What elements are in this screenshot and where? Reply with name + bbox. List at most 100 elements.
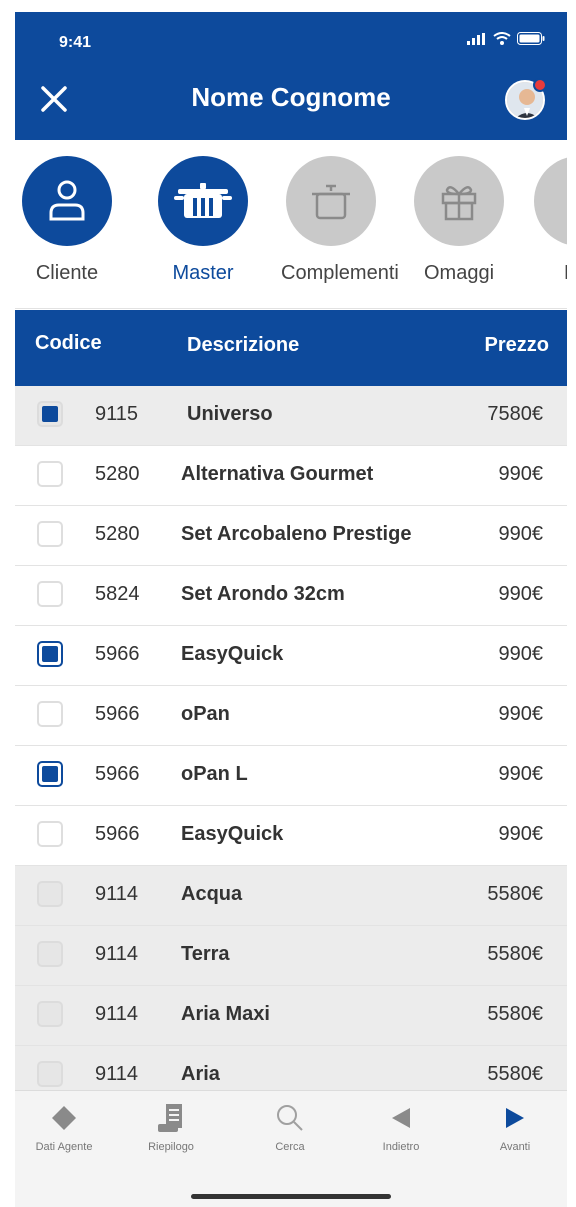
row-description: Acqua xyxy=(181,883,243,905)
row-description: Aria xyxy=(181,1063,220,1085)
tab-label: Cerca xyxy=(275,1141,305,1153)
signal-icon xyxy=(467,32,485,45)
table-row[interactable]: 9114 Aria Maxi 5580€ xyxy=(15,986,567,1046)
table-row[interactable]: 5966 EasyQuick 990€ xyxy=(15,626,567,686)
notification-badge xyxy=(533,78,547,92)
pot-set-icon xyxy=(174,183,232,218)
row-description: Set Arcobaleno Prestige xyxy=(181,523,412,545)
category-cliente[interactable]: Cliente xyxy=(17,156,117,285)
tab-cerca[interactable]: Cerca xyxy=(245,1101,335,1153)
row-price: 5580€ xyxy=(487,883,543,905)
tab-riepilogo[interactable]: Riepilogo xyxy=(126,1101,216,1153)
table-row[interactable]: 5966 oPan 990€ xyxy=(15,686,567,746)
column-header-code[interactable]: Codice xyxy=(35,332,105,354)
category-bar: Cliente Master Complementi Omaggi Rie xyxy=(15,140,567,309)
category-omaggi[interactable]: Omaggi xyxy=(409,156,509,285)
row-price: 990€ xyxy=(498,523,544,545)
row-checkbox[interactable] xyxy=(37,761,63,787)
category-label: Complementi xyxy=(281,262,399,284)
tab-avanti[interactable]: Avanti xyxy=(470,1101,560,1153)
row-description: EasyQuick xyxy=(181,643,284,665)
gift-icon xyxy=(441,186,477,221)
category-circle xyxy=(534,156,567,246)
row-price: 7580€ xyxy=(487,403,543,425)
tab-label: Avanti xyxy=(499,1141,531,1153)
category-more[interactable]: Rie xyxy=(529,156,567,285)
category-circle xyxy=(286,156,376,246)
row-price: 990€ xyxy=(498,823,544,845)
column-header-price[interactable]: Prezzo xyxy=(485,334,549,357)
row-checkbox[interactable] xyxy=(37,521,63,547)
row-checkbox[interactable] xyxy=(37,821,63,847)
row-price: 990€ xyxy=(498,583,544,605)
search-icon xyxy=(277,1105,303,1131)
row-price: 990€ xyxy=(498,463,544,485)
row-checkbox[interactable] xyxy=(37,1061,63,1087)
row-code: 9114 xyxy=(95,1063,139,1085)
row-price: 990€ xyxy=(498,643,544,665)
row-checkbox[interactable] xyxy=(37,881,63,907)
receipt-icon xyxy=(158,1104,182,1132)
table-row[interactable]: 9114 Terra 5580€ xyxy=(15,926,567,986)
status-time: 9:41 xyxy=(59,34,92,51)
pot-icon xyxy=(312,184,350,220)
row-price: 5580€ xyxy=(487,1063,543,1085)
row-price: 990€ xyxy=(498,703,544,725)
row-checkbox[interactable] xyxy=(37,941,63,967)
row-code: 5966 xyxy=(95,763,140,785)
row-code: 5280 xyxy=(95,523,140,545)
category-label: Rie xyxy=(529,262,567,285)
category-label: Cliente xyxy=(35,262,99,284)
row-code: 9115 xyxy=(95,403,139,425)
row-code: 5280 xyxy=(95,463,140,485)
tab-label: Dati Agente xyxy=(35,1141,93,1153)
category-master[interactable]: Master xyxy=(153,156,253,285)
person-icon xyxy=(49,180,85,221)
row-checkbox[interactable] xyxy=(37,461,63,487)
row-description: Alternativa Gourmet xyxy=(181,463,374,485)
row-price: 5580€ xyxy=(487,943,543,965)
table-row[interactable]: 5966 EasyQuick 990€ xyxy=(15,806,567,866)
row-price: 5580€ xyxy=(487,1003,543,1025)
category-circle xyxy=(158,156,248,246)
column-header-description[interactable]: Descrizione xyxy=(187,334,299,357)
tab-dati-agente[interactable]: Dati Agente xyxy=(19,1101,109,1153)
table-row[interactable]: 5280 Set Arcobaleno Prestige 990€ xyxy=(15,506,567,566)
row-checkbox[interactable] xyxy=(37,1001,63,1027)
battery-icon xyxy=(517,32,545,45)
row-checkbox[interactable] xyxy=(37,641,63,667)
row-checkbox[interactable] xyxy=(37,581,63,607)
table-row[interactable]: 5966 oPan L 990€ xyxy=(15,746,567,806)
category-circle xyxy=(22,156,112,246)
row-checkbox[interactable] xyxy=(37,701,63,727)
table-row[interactable]: 9114 Acqua 5580€ xyxy=(15,866,567,926)
back-arrow-icon xyxy=(392,1108,410,1128)
row-description: Set Arondo 32cm xyxy=(181,583,345,605)
row-code: 5966 xyxy=(95,703,140,725)
row-description: Aria Maxi xyxy=(181,1003,270,1025)
diamond-icon xyxy=(52,1106,76,1130)
row-description: Terra xyxy=(181,943,230,965)
bottom-tab-bar: Dati Agente Riepilogo Cerca Indietro Ava… xyxy=(15,1090,567,1207)
row-code: 9114 xyxy=(95,1003,139,1025)
table-row[interactable]: 5280 Alternativa Gourmet 990€ xyxy=(15,446,567,506)
forward-arrow-icon xyxy=(506,1108,524,1128)
table-row[interactable]: 5824 Set Arondo 32cm 990€ xyxy=(15,566,567,626)
row-code: 5966 xyxy=(95,823,140,845)
status-icons xyxy=(467,32,545,45)
wifi-icon xyxy=(493,32,511,45)
page-title: Nome Cognome xyxy=(191,82,391,112)
category-label: Omaggi xyxy=(423,262,495,284)
row-code: 5966 xyxy=(95,643,140,665)
row-code: 9114 xyxy=(95,883,139,905)
home-indicator[interactable] xyxy=(191,1194,391,1199)
row-description: oPan L xyxy=(181,763,248,785)
category-complementi[interactable]: Complementi xyxy=(281,156,399,285)
tab-indietro[interactable]: Indietro xyxy=(356,1101,446,1153)
category-circle xyxy=(414,156,504,246)
tab-label: Indietro xyxy=(382,1141,420,1153)
table-row[interactable]: 9115 Universo 7580€ xyxy=(15,386,567,446)
row-checkbox[interactable] xyxy=(37,401,63,427)
header-bar: 9:41 Nome Cognome xyxy=(15,12,567,140)
table-header: Codice Descrizione Prezzo xyxy=(15,310,567,386)
